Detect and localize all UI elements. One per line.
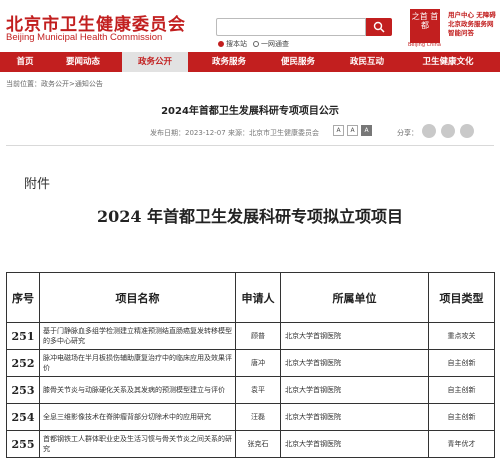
- row-no: 253: [6, 376, 40, 404]
- row-applicant: 唐冲: [235, 349, 281, 377]
- document-title: 2024 年首都卫生发展科研专项拟立项项目: [96, 207, 404, 226]
- nav-item-home[interactable]: 首页: [10, 52, 40, 72]
- search-icon: [373, 21, 385, 33]
- row-unit: 北京大学首钢医院: [280, 322, 429, 350]
- accessibility-link[interactable]: 无障碍: [476, 11, 496, 19]
- weibo-icon[interactable]: [441, 124, 455, 138]
- qzone-icon[interactable]: [460, 124, 474, 138]
- wechat-icon[interactable]: [422, 124, 436, 138]
- publish-date: 发布日期：2023-12-07: [150, 128, 226, 138]
- article-title: 2024年首都卫生发展科研专项项目公示: [161, 106, 339, 117]
- row-applicant: 汪磊: [235, 403, 281, 431]
- row-applicant: 顾普: [235, 322, 281, 350]
- capital-emblem-logo: 之首 首都: [410, 9, 440, 43]
- smart-qa-link[interactable]: 智能问答: [448, 29, 496, 38]
- emblem-text: 之首 首都: [411, 12, 439, 30]
- header-unit: 所属单位: [280, 272, 429, 323]
- attachment-label: 附件: [24, 177, 51, 192]
- nav-item-health-culture[interactable]: 卫生健康文化: [416, 52, 480, 72]
- header-project-name: 项目名称: [39, 272, 236, 323]
- scope-option-all[interactable]: 一网通查: [253, 39, 289, 49]
- breadcrumb: 当前位置：政务公开>通知公告: [6, 79, 103, 89]
- scope-option-label: 搜本站: [226, 40, 247, 48]
- nav-item-gov-affairs[interactable]: 政务公开: [122, 52, 188, 72]
- table-row: 253 膝骨关节炎与动脉硬化关系及其发病的预测模型建立与评价 袁平 北京大学首钢…: [6, 376, 495, 404]
- radio-selected-icon: [218, 41, 224, 47]
- project-table: 序号 项目名称 申请人 所属单位 项目类型 251 基于门静脉血多组学检测建立精…: [6, 272, 495, 458]
- row-no: 255: [6, 430, 40, 458]
- row-type: 自主创新: [428, 403, 495, 431]
- table-row: 251 基于门静脉血多组学检测建立精准预测结直肠癌复发转移模型的多中心研究 顾普…: [6, 322, 495, 350]
- breadcrumb-path[interactable]: 政务公开>通知公告: [41, 80, 103, 88]
- source-value: 北京市卫生健康委员会: [249, 129, 319, 137]
- nav-item-public-services[interactable]: 便民服务: [273, 52, 323, 72]
- row-project-name: 膝骨关节炎与动脉硬化关系及其发病的预测模型建立与评价: [39, 376, 236, 404]
- scope-option-label: 一网通查: [261, 40, 289, 48]
- radio-unselected-icon: [253, 41, 259, 47]
- font-size-default-button[interactable]: A: [361, 125, 372, 136]
- main-nav: 首页 要闻动态 政务公开 政务服务 便民服务 政民互动 卫生健康文化: [0, 52, 500, 72]
- article-source: 来源：北京市卫生健康委员会: [228, 128, 319, 138]
- header-applicant: 申请人: [235, 272, 281, 323]
- user-center-link[interactable]: 用户中心: [448, 11, 474, 19]
- table-header-row: 序号 项目名称 申请人 所属单位 项目类型: [6, 272, 495, 323]
- header-no: 序号: [6, 272, 40, 323]
- row-applicant: 袁平: [235, 376, 281, 404]
- row-unit: 北京大学首钢医院: [280, 403, 429, 431]
- row-no: 251: [6, 322, 40, 350]
- table-row: 252 脉冲电磁场在半月板损伤辅助康复治疗中的临床应用及效果评价 唐冲 北京大学…: [6, 349, 495, 377]
- search-button[interactable]: [366, 18, 392, 36]
- breadcrumb-prefix: 当前位置：: [6, 80, 41, 88]
- site-subtitle: Beijing Municipal Health Commission: [6, 32, 163, 43]
- search-input[interactable]: [216, 18, 366, 36]
- nav-item-gov-services[interactable]: 政务服务: [204, 52, 254, 72]
- row-unit: 北京大学首钢医院: [280, 376, 429, 404]
- gov-service-link[interactable]: 北京政务服务网: [448, 20, 496, 29]
- header-type: 项目类型: [428, 272, 495, 323]
- row-no: 254: [6, 403, 40, 431]
- row-type: 自主创新: [428, 349, 495, 377]
- row-unit: 北京大学首钢医院: [280, 349, 429, 377]
- table-row: 254 全息三维影像技术在脊肿瘤背部分切除术中的应用研究 汪磊 北京大学首钢医院…: [6, 403, 495, 431]
- row-project-name: 全息三维影像技术在脊肿瘤背部分切除术中的应用研究: [39, 403, 236, 431]
- publish-date-label: 发布日期：: [150, 129, 185, 137]
- share-label: 分享：: [397, 129, 418, 137]
- scope-option-site[interactable]: 搜本站: [218, 39, 247, 49]
- source-label: 来源：: [228, 129, 249, 137]
- row-project-name: 基于门静脉血多组学检测建立精准预测结直肠癌复发转移模型的多中心研究: [39, 322, 236, 350]
- font-size-small-button[interactable]: A: [347, 125, 358, 136]
- nav-item-interaction[interactable]: 政民互动: [342, 52, 392, 72]
- row-no: 252: [6, 349, 40, 377]
- emblem-caption: Beijing China: [408, 42, 441, 48]
- publish-date-value: 2023-12-07: [185, 129, 226, 137]
- row-applicant: 张克石: [235, 430, 281, 458]
- row-project-name: 脉冲电磁场在半月板损伤辅助康复治疗中的临床应用及效果评价: [39, 349, 236, 377]
- row-type: 青年优才: [428, 430, 495, 458]
- row-project-name: 首都钢铁工人群体职业史及生活习惯与骨关节炎之间关系的研究: [39, 430, 236, 458]
- header-divider: [6, 145, 494, 146]
- row-unit: 北京大学首钢医院: [280, 430, 429, 458]
- header-side-links: 用户中心 无障碍 北京政务服务网 智能问答: [448, 11, 496, 38]
- font-size-large-button[interactable]: A: [333, 125, 344, 136]
- table-row: 255 首都钢铁工人群体职业史及生活习惯与骨关节炎之间关系的研究 张克石 北京大…: [6, 430, 495, 458]
- site-header: 北京市卫生健康委员会 Beijing Municipal Health Comm…: [0, 0, 500, 52]
- nav-item-news[interactable]: 要闻动态: [58, 52, 108, 72]
- row-type: 自主创新: [428, 376, 495, 404]
- row-type: 重点攻关: [428, 322, 495, 350]
